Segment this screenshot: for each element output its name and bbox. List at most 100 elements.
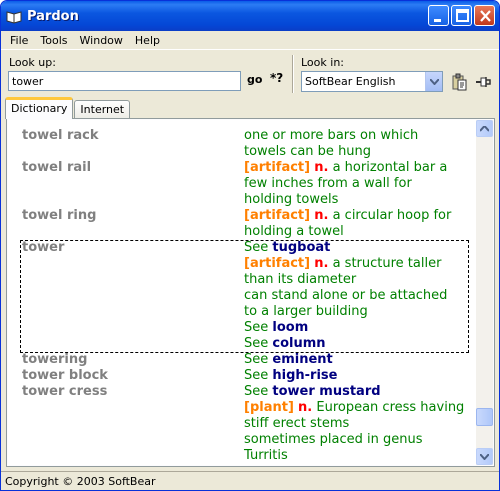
entry-term: towering [22, 352, 88, 367]
maximize-button[interactable] [451, 5, 472, 26]
definition-line: See eminent [244, 352, 472, 368]
menu-file[interactable]: File [4, 34, 34, 47]
entry-term: tower cress [22, 384, 108, 399]
definition-line: can stand alone or be attached [244, 288, 472, 304]
entry-term: towel rack [22, 128, 99, 143]
entry-definition: [artifact] n. a horizontal bar a few inch… [244, 160, 472, 208]
entry-row[interactable]: tower block See high-rise [8, 368, 478, 384]
part-of-speech: n. [314, 160, 329, 175]
chevron-down-icon [429, 78, 439, 85]
definition-line: See column [244, 336, 472, 352]
scroll-down-button[interactable] [476, 448, 493, 465]
entry-term: towel rail [22, 160, 92, 175]
dropdown-arrow-button[interactable] [425, 72, 442, 91]
lookup-input[interactable] [8, 71, 241, 91]
definition-line: [artifact] n. a structure taller [244, 256, 472, 272]
menu-tools[interactable]: Tools [34, 34, 73, 47]
definition-text: holding a towel [244, 224, 344, 239]
lookup-panel: Look up: go *? Look in: SoftBear English [1, 51, 499, 95]
entry-row[interactable]: towel rail [artifact] n. a horizontal bar… [8, 160, 478, 208]
part-of-speech: n. [314, 208, 329, 223]
scroll-up-button[interactable] [476, 120, 493, 137]
definition-text: holding towels [244, 192, 339, 207]
entry-definition: See eminent [244, 352, 472, 368]
definition-line: few inches from a wall for [244, 176, 472, 192]
definition-text: to a larger building [244, 304, 368, 319]
definition-text: a circular hoop for [328, 208, 452, 223]
definition-line: one or more bars on which [244, 128, 472, 144]
category-label: [artifact] [244, 256, 311, 271]
entry-definition: See tugboat [artifact] n. a structure tal… [244, 240, 472, 352]
lookin-label: Look in: [301, 56, 344, 69]
dictionary-select[interactable]: SoftBear English [301, 71, 443, 92]
maximize-icon [456, 9, 469, 22]
definition-text: stiff erect stems [244, 416, 350, 431]
app-book-icon [6, 11, 22, 24]
definition-line: towels can be hung [244, 144, 472, 160]
chevron-down-icon [480, 453, 489, 460]
lookup-label: Look up: [9, 56, 56, 69]
definition-text: See [244, 240, 273, 255]
definition-line: [artifact] n. a circular hoop for [244, 208, 472, 224]
definition-text: few inches from a wall for [244, 176, 412, 191]
entry-term: towel ring [22, 208, 97, 223]
definition-line: to a larger building [244, 304, 472, 320]
cross-reference-link[interactable]: tower mustard [272, 384, 380, 399]
entry-term: tower block [22, 368, 108, 383]
category-label: [artifact] [244, 208, 311, 223]
dictionary-select-value: SoftBear English [305, 75, 396, 88]
title-bar[interactable]: Pardon [1, 1, 499, 31]
cross-reference-link[interactable]: tugboat [272, 240, 330, 255]
menu-window[interactable]: Window [74, 34, 129, 47]
cross-reference-link[interactable]: high-rise [272, 368, 337, 383]
chevron-up-icon [480, 125, 489, 132]
category-label: [plant] [244, 400, 294, 415]
menu-help[interactable]: Help [129, 34, 166, 47]
definition-text: than its diameter [244, 272, 357, 287]
wildcard-button[interactable]: *? [270, 71, 283, 85]
cross-reference-link[interactable]: eminent [272, 352, 332, 367]
definition-text: See [244, 336, 273, 351]
entry-definition: one or more bars on which towels can be h… [244, 128, 472, 160]
definition-line: See tugboat [244, 240, 472, 256]
vertical-scrollbar[interactable] [476, 120, 493, 465]
definition-line: See tower mustard [244, 384, 472, 400]
tab-strip: Dictionary Internet [5, 97, 131, 119]
cross-reference-link[interactable]: column [272, 336, 325, 351]
tab-internet[interactable]: Internet [74, 100, 131, 119]
clipboard-icon[interactable] [450, 73, 468, 91]
entry-term: tower [22, 240, 65, 255]
entry-row[interactable]: towering See eminent [8, 352, 478, 368]
minimize-button[interactable] [428, 5, 449, 26]
entry-row[interactable]: towel rack one or more bars on which towel… [8, 128, 478, 160]
definition-line: Turritis [244, 448, 472, 464]
close-button[interactable] [474, 5, 495, 26]
entry-definition: See high-rise [244, 368, 472, 384]
status-bar: Copyright © 2003 SoftBear [1, 471, 499, 490]
entry-list[interactable]: towel rack one or more bars on which towel… [8, 120, 478, 465]
tab-dictionary[interactable]: Dictionary [5, 97, 74, 119]
close-icon [480, 10, 491, 22]
entry-definition: [artifact] n. a circular hoop for holding… [244, 208, 472, 240]
pin-icon[interactable] [474, 73, 492, 91]
part-of-speech: n. [298, 400, 313, 415]
definition-text: European cress having [312, 400, 465, 415]
definition-line: See loom [244, 320, 472, 336]
definition-text: towels can be hung [244, 144, 372, 159]
definition-text: See [244, 384, 273, 399]
entry-row[interactable]: tower See tugboat [artifact] n. a structur… [8, 240, 478, 352]
definition-line: holding towels [244, 192, 472, 208]
entry-row[interactable]: tower cress See tower mustard [plant] n. E… [8, 384, 478, 464]
dictionary-panel: towel rack one or more bars on which towel… [6, 118, 495, 467]
definition-text: Turritis [244, 448, 288, 463]
go-button[interactable]: go [247, 73, 262, 86]
entry-row[interactable]: towel ring [artifact] n. a circular hoop … [8, 208, 478, 240]
definition-text: a horizontal bar a [328, 160, 448, 175]
scroll-thumb[interactable] [476, 408, 493, 426]
cross-reference-link[interactable]: loom [272, 320, 308, 335]
definition-text: one or more bars on which [244, 128, 419, 143]
definition-text: a structure taller [328, 256, 442, 271]
app-window: Pardon File Tools Window Help Look up: g… [0, 0, 500, 491]
minimize-icon [434, 19, 441, 22]
definition-line: [plant] n. European cress having [244, 400, 472, 416]
